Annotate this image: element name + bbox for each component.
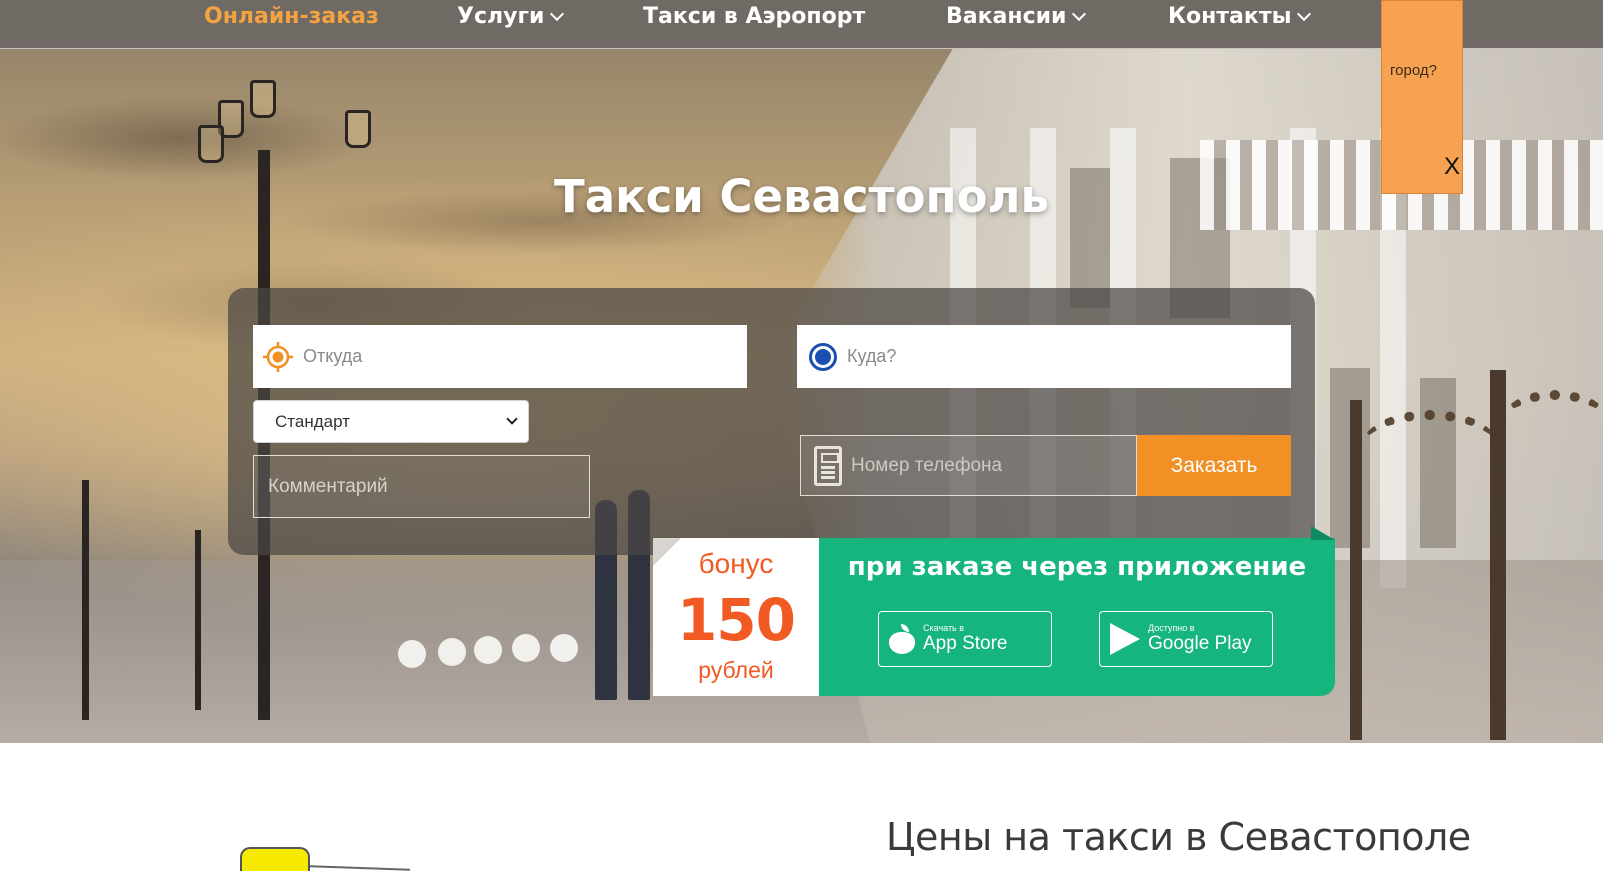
harbor-chain xyxy=(1360,410,1500,490)
street-lamp-head xyxy=(198,125,224,163)
taxi-car-illustration xyxy=(240,845,411,871)
chevron-down-icon xyxy=(1297,6,1312,21)
calculator-phone-icon xyxy=(814,446,842,486)
google-play-icon xyxy=(1110,623,1140,655)
order-button[interactable]: Заказать xyxy=(1137,435,1291,496)
apple-icon xyxy=(889,624,915,654)
bonus-amount: 150 xyxy=(676,586,796,654)
chevron-down-icon xyxy=(506,413,518,425)
bonus-unit: рублей xyxy=(698,657,774,683)
google-play-text: Доступно в Google Play xyxy=(1148,622,1252,655)
from-address-field[interactable] xyxy=(253,325,747,388)
top-navigation: Онлайн-заказ Услуги Такси в Аэропорт Вак… xyxy=(0,0,1603,49)
bonus-word: бонус xyxy=(698,548,774,579)
app-store-label: App Store xyxy=(923,632,1008,654)
harbor-chain xyxy=(1500,390,1603,460)
street-lamp-post xyxy=(195,530,201,710)
google-play-label: Google Play xyxy=(1148,632,1252,654)
app-store-text: Скачать в App Store xyxy=(923,622,1008,655)
app-store-small-label: Скачать в xyxy=(923,622,965,633)
city-question: город? xyxy=(1390,62,1437,79)
nav-online-order[interactable]: Онлайн-заказ xyxy=(204,4,379,29)
car-class-value: Стандарт xyxy=(275,411,350,431)
street-lamp-post xyxy=(82,480,89,720)
city-select-popup[interactable]: город? X xyxy=(1381,0,1463,194)
app-store-button[interactable]: Скачать в App Store xyxy=(878,611,1052,667)
app-promo-headline: при заказе через приложение xyxy=(847,552,1307,582)
from-input[interactable] xyxy=(303,346,747,367)
phone-input[interactable] xyxy=(851,454,1136,477)
bollard-ball xyxy=(438,638,466,666)
bollard-ball xyxy=(474,636,502,664)
nav-airport-taxi-label: Такси в Аэропорт xyxy=(643,4,866,29)
comment-field[interactable] xyxy=(253,455,590,518)
nav-contacts[interactable]: Контакты xyxy=(1168,4,1312,29)
street-lamp-head xyxy=(250,80,276,118)
comment-input[interactable] xyxy=(268,475,589,498)
prices-section-title: Цены на такси в Севастополе xyxy=(886,815,1471,859)
taxi-outline xyxy=(309,865,411,871)
nav-vacancies[interactable]: Вакансии xyxy=(946,4,1087,29)
taxi-roof xyxy=(240,847,310,871)
street-lamp-head xyxy=(345,110,371,148)
radio-dot-icon xyxy=(809,343,837,371)
bollard-ball xyxy=(550,634,578,662)
nav-online-order-label: Онлайн-заказ xyxy=(204,4,379,29)
chevron-down-icon xyxy=(1072,6,1087,21)
nav-vacancies-label: Вакансии xyxy=(946,4,1067,29)
nav-services-label: Услуги xyxy=(457,4,545,29)
nav-services[interactable]: Услуги xyxy=(457,4,565,29)
chevron-down-icon xyxy=(550,6,565,21)
phone-field[interactable] xyxy=(800,435,1137,496)
bollard-ball xyxy=(512,634,540,662)
nav-airport-taxi[interactable]: Такси в Аэропорт xyxy=(643,4,865,29)
bollard-ball xyxy=(398,640,426,668)
to-input[interactable] xyxy=(847,346,1291,367)
car-class-select[interactable]: Стандарт xyxy=(253,400,529,443)
nav-contacts-label: Контакты xyxy=(1168,4,1292,29)
location-target-icon xyxy=(263,342,293,372)
google-play-button[interactable]: Доступно в Google Play xyxy=(1099,611,1273,667)
page-title: Такси Севастополь xyxy=(554,170,1049,223)
to-address-field[interactable] xyxy=(797,325,1291,388)
google-play-small-label: Доступно в xyxy=(1148,622,1195,633)
